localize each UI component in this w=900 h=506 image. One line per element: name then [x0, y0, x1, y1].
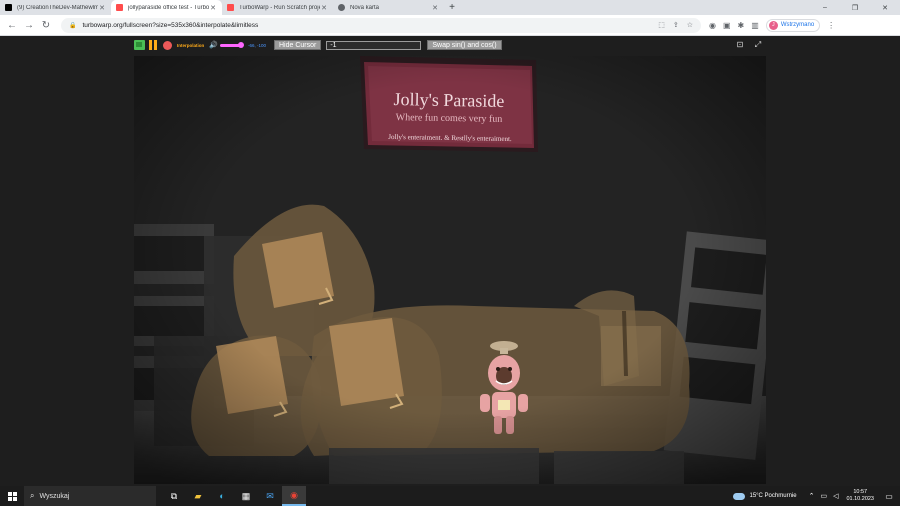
hide-cursor-button[interactable]: Hide Cursor: [273, 40, 322, 50]
close-window-button[interactable]: ✕: [870, 0, 900, 15]
task-view-icon[interactable]: ⧉: [162, 486, 186, 506]
cloud-icon: [733, 492, 746, 500]
address-bar[interactable]: 🔒 turbowarp.org/fullscreen?size=535x360&…: [61, 17, 701, 33]
tab-turbowarp[interactable]: TurboWarp - Run Scratch projec ✕: [222, 0, 333, 15]
avatar: J: [768, 20, 778, 30]
player-controls: Interpolation 🔊 -66, -100 Hide Cursor -1…: [134, 38, 766, 52]
tab-title: Nova karta: [350, 4, 380, 11]
install-app-icon[interactable]: ⬚: [658, 21, 665, 29]
chevron-up-icon[interactable]: ⌃: [809, 492, 815, 500]
search-placeholder: Wyszukaj: [39, 492, 70, 500]
swap-sin-cos-button[interactable]: Swap sin() and cos(): [427, 40, 502, 50]
store-icon[interactable]: ▦: [234, 486, 258, 506]
sidepanel-icon[interactable]: ▥: [751, 21, 759, 30]
close-icon[interactable]: ✕: [209, 4, 217, 12]
volume-slider[interactable]: [219, 41, 244, 48]
reload-button[interactable]: ↻: [38, 17, 54, 33]
tab-tiktok[interactable]: (9) CreationTheDev-Mathewlmc ✕: [0, 0, 111, 15]
pause-icon[interactable]: [149, 40, 159, 50]
bookmark-star-icon[interactable]: ☆: [687, 21, 693, 29]
screenshot-icon[interactable]: ⊡: [734, 39, 746, 50]
windows-logo-icon: [7, 491, 17, 501]
start-button[interactable]: [0, 486, 24, 506]
stop-icon[interactable]: [163, 40, 172, 50]
page-content: Interpolation 🔊 -66, -100 Hide Cursor -1…: [0, 36, 900, 486]
interpolation-label: Interpolation: [177, 42, 205, 48]
lock-icon[interactable]: 🔒: [69, 22, 76, 29]
chrome-icon[interactable]: ◉: [282, 486, 306, 506]
profile-button[interactable]: J Wstrzymano: [765, 18, 821, 32]
file-explorer-icon[interactable]: ▰: [186, 486, 210, 506]
green-flag-icon[interactable]: [134, 40, 145, 50]
minimize-button[interactable]: –: [810, 0, 840, 15]
taskbar-search[interactable]: ⌕ Wyszukaj: [24, 486, 156, 506]
back-button[interactable]: ←: [4, 17, 20, 33]
new-tab-button[interactable]: +: [444, 0, 460, 15]
search-icon: ⌕: [30, 491, 35, 500]
weather-text: 15°C Pochmurnie: [749, 493, 797, 499]
system-clock[interactable]: 10:57 01.10.2023: [846, 489, 874, 503]
close-icon[interactable]: ✕: [98, 4, 106, 12]
globe-icon: [338, 4, 345, 11]
tiktok-icon: [5, 4, 12, 11]
turbowarp-icon: [227, 4, 234, 11]
clock-time: 10:57: [853, 489, 868, 495]
tab-title: (9) CreationTheDev-Mathewlmc: [17, 4, 98, 11]
forward-button[interactable]: →: [21, 17, 37, 33]
mouse-coords: -66, -100: [247, 42, 266, 48]
tab-title: jollyparaside office test - Turbo: [128, 4, 209, 11]
maximize-button[interactable]: ❐: [840, 0, 870, 15]
notification-icon[interactable]: ▭: [882, 492, 896, 501]
clock-date: 01.10.2023: [846, 496, 874, 502]
speaker-icon[interactable]: ◁: [833, 492, 838, 500]
edge-icon[interactable]: ◐: [210, 486, 234, 506]
mail-icon[interactable]: ✉: [258, 486, 282, 506]
share-icon[interactable]: ⇪: [673, 21, 679, 29]
taskbar: ⌕ Wyszukaj ⧉ ▰ ◐ ▦ ✉ ◉ 15°C Pochmurnie ⌃…: [0, 486, 900, 506]
tab-new-card[interactable]: Nova karta ✕: [333, 0, 444, 15]
volume-icon[interactable]: 🔊: [209, 41, 218, 49]
sign-title: Jolly's Paraside: [393, 89, 505, 111]
url-text: turbowarp.org/fullscreen?size=535x360&in…: [82, 21, 259, 29]
menu-kebab-icon[interactable]: ⋮: [827, 21, 835, 30]
browser-toolbar: ← → ↻ 🔒 turbowarp.org/fullscreen?size=53…: [0, 15, 900, 36]
window-controls: – ❐ ✕: [810, 0, 900, 15]
tab-title: TurboWarp - Run Scratch projec: [239, 4, 320, 11]
fullscreen-icon[interactable]: ⤢: [752, 39, 764, 50]
extensions-puzzle-icon[interactable]: ✱: [738, 21, 745, 30]
close-icon[interactable]: ✕: [431, 4, 439, 12]
network-icon[interactable]: ▭: [820, 492, 827, 500]
tab-jollyparaside[interactable]: jollyparaside office test - Turbo ✕: [111, 0, 222, 15]
extension-badge-icon[interactable]: ▣: [723, 21, 731, 30]
value-input[interactable]: -1: [326, 40, 422, 50]
close-icon[interactable]: ✕: [320, 4, 328, 12]
profile-status: Wstrzymano: [780, 22, 815, 28]
tab-strip: (9) CreationTheDev-Mathewlmc ✕ jollypara…: [0, 0, 900, 15]
camera-icon[interactable]: ◉: [709, 21, 716, 30]
game-stage[interactable]: Jolly's Paraside Where fun comes very fu…: [134, 56, 766, 484]
weather-widget[interactable]: 15°C Pochmurnie: [733, 492, 797, 500]
turbowarp-icon: [116, 4, 123, 11]
